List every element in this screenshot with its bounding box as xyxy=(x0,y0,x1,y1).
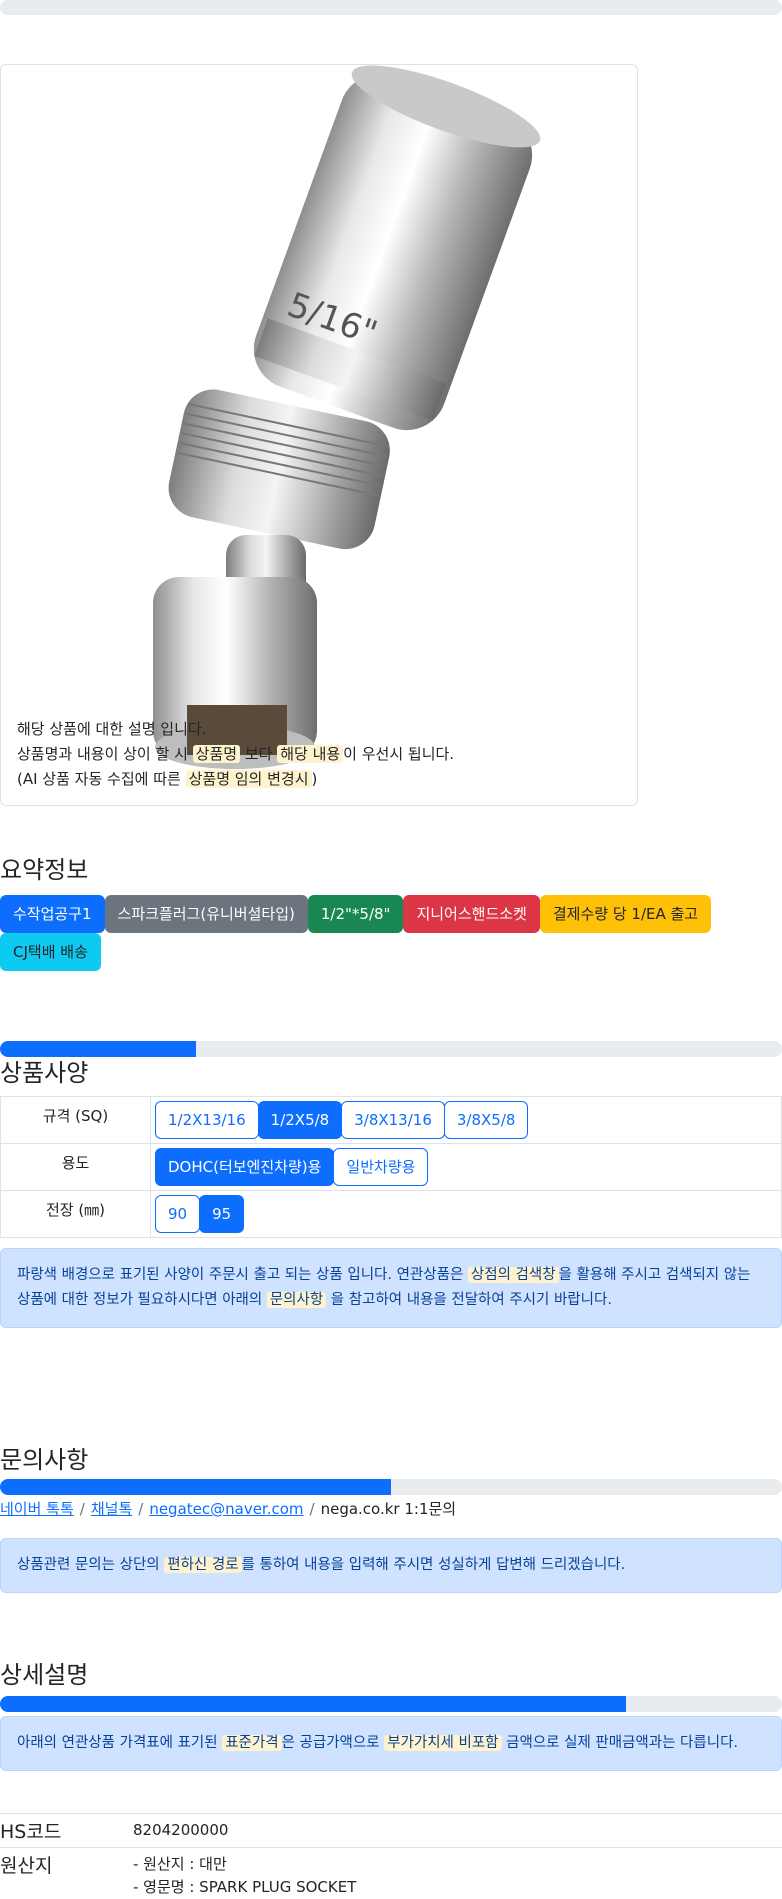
spec-label: 용도 xyxy=(0,1143,151,1191)
spec-title: 상품사양 xyxy=(0,1059,89,1087)
inquiry-links: 네이버 톡톡 / 채널톡 / negatec@naver.com / nega.co.kr … xyxy=(0,1498,456,1519)
spec-option[interactable]: 일반차량용 xyxy=(333,1148,429,1186)
spec-option-selected[interactable]: 95 xyxy=(199,1195,245,1233)
origin-row: 원산지 - 원산지 : 대만 - 영문명 : SPARK PLUG SOCKET xyxy=(0,1847,782,1898)
spec-label: 전장 (㎜) xyxy=(0,1190,151,1238)
origin-english-name: - 영문명 : SPARK PLUG SOCKET xyxy=(133,1878,357,1896)
highlight-inquiry: 문의사항 xyxy=(266,1292,327,1308)
spec-progress-bar xyxy=(0,1041,782,1057)
spec-row: 규격 (SQ) 1/2X13/16 1/2X5/8 3/8X13/16 3/8X5/8 xyxy=(0,1096,782,1144)
product-image: 5/16" xyxy=(153,65,541,769)
channel-talk-link[interactable]: 채널톡 xyxy=(91,1500,132,1518)
notice-text: 를 통하여 내용을 입력해 주시면 성실하게 답변해 드리겠습니다. xyxy=(241,1557,626,1573)
spec-option[interactable]: 1/2X13/16 xyxy=(155,1101,259,1139)
inquiry-notice: 상품관련 문의는 상단의 편하신 경로 를 통하여 내용을 입력해 주시면 성실하… xyxy=(0,1538,782,1593)
badge-quantity: 결제수량 당 1/EA 출고 xyxy=(539,895,712,933)
spec-notice: 파랑색 배경으로 표기된 사양이 주문시 출고 되는 상품 입니다. 연관상품은… xyxy=(0,1248,782,1328)
spec-option[interactable]: 3/8X13/16 xyxy=(341,1101,445,1139)
link-separator: / xyxy=(79,1500,85,1518)
spec-table: 규격 (SQ) 1/2X13/16 1/2X5/8 3/8X13/16 3/8X5/8… xyxy=(0,1096,782,1238)
product-description: 해당 상품에 대한 설명 입니다. 상품명과 내용이 상이 할 시 상품명 보다… xyxy=(17,717,617,792)
hs-code-row: HS코드 8204200000 xyxy=(0,1813,782,1846)
desc-line-1: 해당 상품에 대한 설명 입니다. xyxy=(17,720,207,738)
badge-size: 1/2"*5/8" xyxy=(307,895,404,933)
spec-row: 전장 (㎜) 90 95 xyxy=(0,1190,782,1238)
highlight-search: 상점의 검색창 xyxy=(467,1267,559,1283)
spec-options: DOHC(터보엔진차량)용 일반차량용 xyxy=(150,1143,782,1191)
inquiry-progress-bar xyxy=(0,1479,782,1495)
desc-line-2: 상품명과 내용이 상이 할 시 상품명 보다 해당 내용 이 우선시 됩니다. xyxy=(17,742,617,767)
highlight-route: 편하신 경로 xyxy=(164,1557,242,1573)
hs-code-value: 8204200000 xyxy=(133,1821,229,1839)
notice-text: 을 참고하여 내용을 전달하여 주시기 바랍니다. xyxy=(326,1292,612,1308)
badge-category: 수작업공구1 xyxy=(0,895,105,933)
detail-title: 상세설명 xyxy=(0,1661,89,1689)
notice-text: 아래의 연관상품 가격표에 표기된 xyxy=(17,1735,223,1751)
badge-brand: 지니어스핸드소켓 xyxy=(403,895,540,933)
spec-option[interactable]: 3/8X5/8 xyxy=(443,1101,529,1139)
highlight-vat: 부가가치세 비포함 xyxy=(384,1735,502,1751)
detail-progress-bar xyxy=(0,1696,782,1712)
desc-text: ) xyxy=(311,770,318,788)
desc-text: 상품명과 내용이 상이 할 시 xyxy=(17,745,193,763)
origin-label: 원산지 xyxy=(0,1855,53,1877)
hs-code-label: HS코드 xyxy=(0,1821,62,1843)
spec-option-selected[interactable]: 1/2X5/8 xyxy=(257,1101,343,1139)
inquiry-progress-fill xyxy=(0,1479,391,1495)
notice-text: 금액으로 실제 판매금액과는 다릅니다. xyxy=(501,1735,739,1751)
detail-notice: 아래의 연관상품 가격표에 표기된 표준가격 은 공급가액으로 부가가치세 비포함… xyxy=(0,1716,782,1771)
spec-option[interactable]: 90 xyxy=(155,1195,201,1233)
desc-line-3: (AI 상품 자동 수집에 따른 상품명 임의 변경시) xyxy=(17,767,617,792)
summary-badges: 수작업공구1 스파크플러그(유니버셜타입) 1/2"*5/8" 지니어스핸드소켓 결제수… xyxy=(0,895,782,971)
notice-text: 상품관련 문의는 상단의 xyxy=(17,1557,165,1573)
spec-label: 규격 (SQ) xyxy=(0,1096,151,1144)
summary-title: 요약정보 xyxy=(0,856,89,884)
spec-option-selected[interactable]: DOHC(터보엔진차량)용 xyxy=(155,1148,335,1186)
desc-text: 이 우선시 됩니다. xyxy=(343,745,455,763)
spec-options: 90 95 xyxy=(150,1190,782,1238)
highlight-standard-price: 표준가격 xyxy=(222,1735,282,1751)
product-image-card: 5/16" 해당 상품에 대한 설명 입니다. 상품명과 내용이 상이 할 시 … xyxy=(0,64,638,806)
naver-talk-link[interactable]: 네이버 톡톡 xyxy=(0,1500,74,1518)
badge-type: 스파크플러그(유니버셜타입) xyxy=(104,895,308,933)
highlight-content: 해당 내용 xyxy=(277,745,344,763)
site-inquiry-text: nega.co.kr 1:1문의 xyxy=(320,1500,457,1518)
inquiry-title: 문의사항 xyxy=(0,1446,89,1474)
origin-country: - 원산지 : 대만 xyxy=(133,1855,227,1873)
top-progress-bar xyxy=(0,0,782,15)
notice-text: 파랑색 배경으로 표기된 사양이 주문시 출고 되는 상품 입니다. 연관상품은 xyxy=(17,1267,468,1283)
highlight-product-name: 상품명 xyxy=(192,745,241,763)
link-separator: / xyxy=(138,1500,144,1518)
highlight-name-change: 상품명 임의 변경시 xyxy=(185,770,312,788)
desc-text: (AI 상품 자동 수집에 따른 xyxy=(17,770,186,788)
origin-value: - 원산지 : 대만 - 영문명 : SPARK PLUG SOCKET xyxy=(133,1853,356,1899)
spec-options: 1/2X13/16 1/2X5/8 3/8X13/16 3/8X5/8 xyxy=(150,1096,782,1144)
link-separator: / xyxy=(309,1500,315,1518)
spec-row: 용도 DOHC(터보엔진차량)용 일반차량용 xyxy=(0,1143,782,1191)
detail-progress-fill xyxy=(0,1696,626,1712)
desc-text: 보다 xyxy=(240,745,278,763)
notice-text: 은 공급가액으로 xyxy=(281,1735,385,1751)
badge-shipping: CJ택배 배송 xyxy=(0,933,101,971)
email-link[interactable]: negatec@naver.com xyxy=(149,1500,303,1518)
